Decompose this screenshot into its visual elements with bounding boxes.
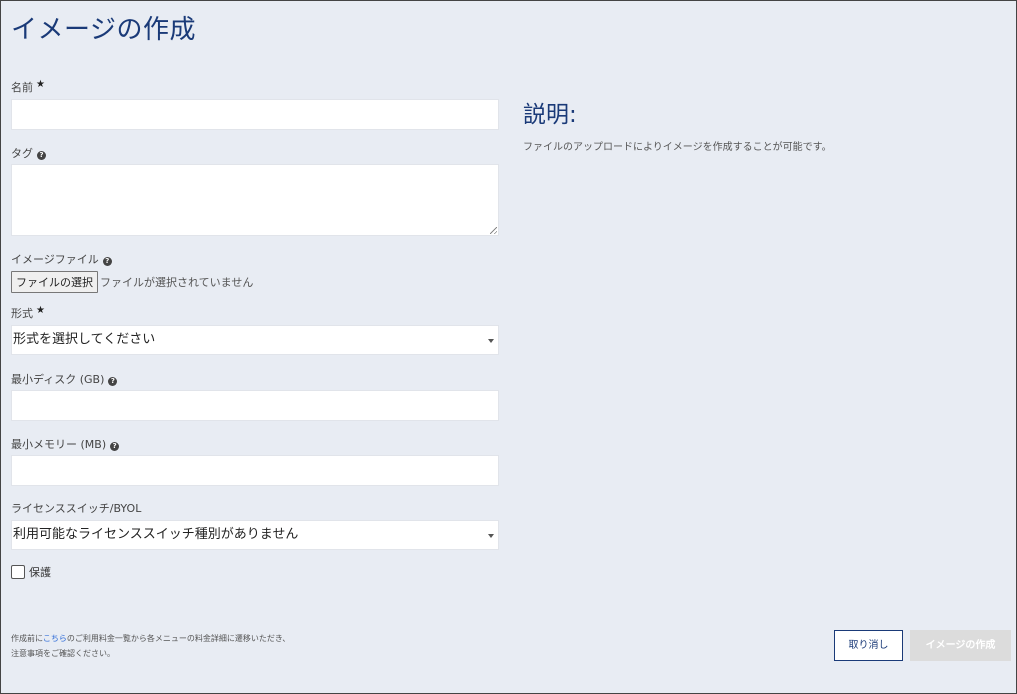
notice-line-2: 注意事項をご確認ください。 xyxy=(11,649,115,658)
caret-down-icon xyxy=(488,534,494,538)
min-disk-input[interactable] xyxy=(11,390,499,421)
resize-handle-icon[interactable] xyxy=(490,227,497,234)
notice-line-1: 作成前にこちらのご利用料金一覧から各メニューの料金詳細に遷移いただき、 xyxy=(11,634,291,643)
min-memory-input[interactable] xyxy=(11,455,499,486)
file-status: ファイルが選択されていません xyxy=(100,276,254,289)
name-label: 名前 ★ xyxy=(11,79,45,94)
min-memory-label: 最小メモリー (MB)? xyxy=(11,436,120,452)
tags-label: タグ? xyxy=(11,145,46,161)
license-switch-label: ライセンススイッチ/BYOL xyxy=(11,502,142,515)
required-star-icon: ★ xyxy=(36,79,45,90)
required-star-icon: ★ xyxy=(36,305,45,316)
choose-file-button[interactable]: ファイルの選択 xyxy=(11,271,98,293)
question-circle-icon[interactable]: ? xyxy=(37,151,46,160)
description-text: ファイルのアップロードによりイメージを作成することが可能です。 xyxy=(523,142,832,153)
image-file-label: イメージファイル? xyxy=(11,251,112,267)
create-image-button[interactable]: イメージの作成 xyxy=(910,630,1011,661)
file-input: ファイルの選択 ファイルが選択されていません xyxy=(11,271,253,293)
description-title: 説明: xyxy=(523,102,577,128)
question-circle-icon[interactable]: ? xyxy=(102,257,112,266)
protect-checkbox[interactable] xyxy=(11,565,25,579)
name-input[interactable] xyxy=(11,99,499,130)
pricing-notice: 作成前にこちらのご利用料金一覧から各メニューの料金詳細に遷移いただき、 注意事項… xyxy=(11,631,290,661)
min-disk-label: 最小ディスク (GB)? xyxy=(11,371,118,387)
page-title: イメージの作成 xyxy=(11,15,196,45)
license-switch-select[interactable]: 利用可能なライセンススイッチ種別がありません xyxy=(11,520,499,550)
format-label: 形式 ★ xyxy=(11,305,45,320)
caret-down-icon xyxy=(488,339,494,343)
format-select[interactable]: 形式を選択してください xyxy=(11,325,499,355)
protect-row: 保護 xyxy=(11,564,51,580)
question-circle-icon[interactable]: ? xyxy=(110,442,120,451)
tags-textarea[interactable] xyxy=(11,164,499,236)
cancel-button[interactable]: 取り消し xyxy=(834,630,903,661)
modal-frame: イメージの作成 名前 ★ タグ? イメージファイル? ファイルの選択 ファイルが選択… xyxy=(0,0,1017,694)
protect-label: 保護 xyxy=(29,566,51,579)
pricing-link[interactable]: こちら xyxy=(43,634,67,643)
question-circle-icon[interactable]: ? xyxy=(108,377,118,386)
